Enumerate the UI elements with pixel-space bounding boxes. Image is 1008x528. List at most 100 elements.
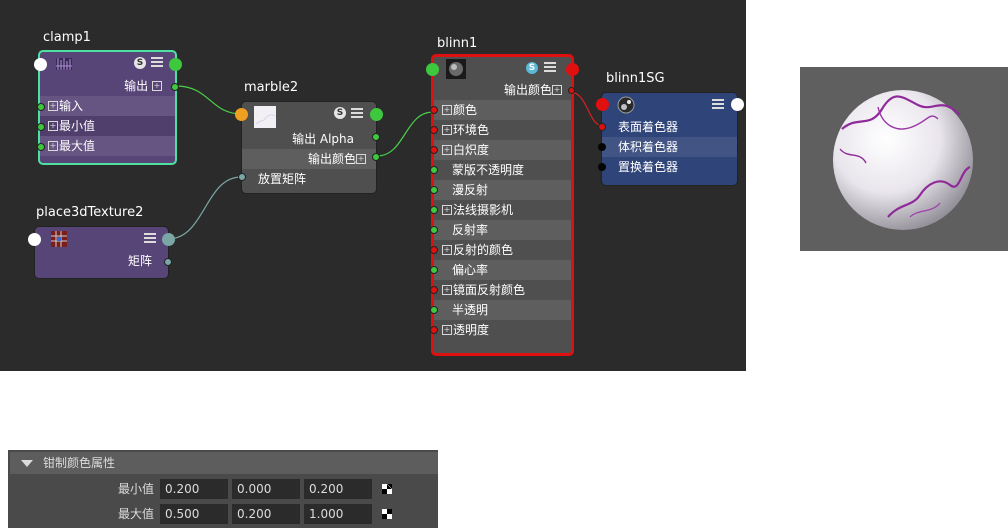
blinn1-output-row: 输出颜色 + bbox=[503, 83, 562, 97]
marble2-out-color-port[interactable] bbox=[372, 153, 380, 161]
blinn1sg-input-port[interactable] bbox=[596, 98, 609, 111]
blinn1-attr-row: 半透明 bbox=[430, 300, 571, 320]
blinn1-attr-label: 蒙版不透明度 bbox=[452, 163, 525, 177]
clamp1-min-port[interactable] bbox=[37, 123, 45, 131]
blinn1-attr-row: + 法线摄影机 bbox=[430, 200, 571, 220]
blinn1-attr-label: 环境色 bbox=[453, 123, 490, 137]
clamp-color-attributes-header[interactable]: 钳制颜色属性 bbox=[10, 452, 438, 474]
place3d-main-out-port[interactable] bbox=[162, 233, 175, 246]
marble2-node[interactable]: S 输出 Alpha 输出颜色 + 放置矩阵 bbox=[235, 101, 383, 194]
blinn1sg-row-surface: 表面着色器 bbox=[618, 120, 679, 134]
blinn1-out-color-port[interactable] bbox=[568, 87, 575, 94]
marble2-main-out-port[interactable] bbox=[370, 108, 383, 121]
blinn1-attr-row: 反射率 bbox=[430, 220, 571, 240]
clamp1-message-port[interactable] bbox=[34, 58, 47, 71]
blinn1-attr-port[interactable] bbox=[430, 286, 438, 294]
blinn1-attr-port[interactable] bbox=[430, 126, 438, 134]
blinn1-attr-port[interactable] bbox=[430, 146, 438, 154]
max-field-g[interactable]: 0.200 bbox=[232, 504, 300, 524]
attribute-menu-icon[interactable] bbox=[151, 57, 163, 67]
clamp-icon bbox=[56, 58, 72, 70]
blinn1-attr-port[interactable] bbox=[430, 186, 438, 194]
min-value-row: 最小值 0.200 0.000 0.200 bbox=[8, 478, 438, 500]
clamp1-output-label: 输出 bbox=[124, 79, 149, 93]
solo-badge-icon[interactable]: S bbox=[334, 107, 346, 119]
place3d-matrix-port[interactable] bbox=[164, 258, 172, 266]
blinn1-attr-label: 偏心率 bbox=[452, 263, 489, 277]
blinn1-attr-row: + 白炽度 bbox=[430, 140, 571, 160]
panel-header-label: 钳制颜色属性 bbox=[43, 456, 116, 470]
place3d-node[interactable]: 矩阵 bbox=[28, 226, 175, 279]
place3d-message-port[interactable] bbox=[28, 233, 41, 246]
blinn1-attr-port[interactable] bbox=[430, 266, 438, 274]
place3d-row-matrix: 矩阵 bbox=[127, 254, 152, 268]
blinn1-attr-row: 蒙版不透明度 bbox=[430, 160, 571, 180]
expand-plus-icon[interactable]: + bbox=[442, 284, 452, 295]
max-field-r[interactable]: 0.500 bbox=[160, 504, 228, 524]
marble2-out-alpha-port[interactable] bbox=[372, 133, 380, 141]
collapse-arrow-icon[interactable] bbox=[21, 460, 33, 467]
shading-group-icon bbox=[617, 96, 635, 114]
expand-plus-icon[interactable]: + bbox=[442, 324, 452, 335]
blinn1sg-row-volume: 体积着色器 bbox=[602, 137, 737, 157]
expand-plus-icon[interactable]: + bbox=[442, 124, 452, 135]
place3d-title: place3dTexture2 bbox=[36, 205, 144, 220]
clamp1-node[interactable]: S 输出 + + 输入 + 最小值 + 最大值 bbox=[34, 50, 182, 165]
expand-plus-icon[interactable]: + bbox=[552, 84, 562, 95]
expand-plus-icon[interactable]: + bbox=[48, 100, 58, 111]
attribute-menu-icon[interactable] bbox=[712, 99, 724, 109]
blinn1-input-port[interactable] bbox=[426, 63, 439, 76]
min-field-r[interactable]: 0.200 bbox=[160, 479, 228, 499]
max-field-b[interactable]: 1.000 bbox=[304, 504, 372, 524]
blinn1sg-displacement-port[interactable] bbox=[598, 163, 606, 171]
min-field-g[interactable]: 0.000 bbox=[232, 479, 300, 499]
clamp-attribute-panel: 钳制颜色属性 最小值 0.200 0.000 0.200 最大值 0.500 0… bbox=[8, 450, 438, 528]
blinn1-attr-port[interactable] bbox=[430, 166, 438, 174]
blinn1-attr-port[interactable] bbox=[430, 246, 438, 254]
clamp1-output-port[interactable] bbox=[171, 83, 179, 91]
expand-plus-icon[interactable]: + bbox=[442, 244, 452, 255]
expand-plus-icon[interactable]: + bbox=[48, 140, 58, 151]
blinn1-attr-row: + 颜色 bbox=[430, 100, 571, 120]
node-editor-graph[interactable]: clamp1 S 输出 + + 输入 + 最小值 + 最大值 marble2 S… bbox=[0, 0, 746, 371]
min-label: 最小值 bbox=[117, 482, 154, 496]
marble2-placement-port[interactable] bbox=[238, 173, 246, 181]
expand-plus-icon[interactable]: + bbox=[442, 204, 452, 215]
blinn1-node[interactable]: S 输出颜色 + + 颜色 + 环境色 + 白炽度 蒙版不透明度 漫反射 + 法线摄影机 反射率 + 反射… bbox=[426, 54, 579, 356]
max-label: 最大值 bbox=[117, 507, 154, 521]
expand-plus-icon[interactable]: + bbox=[442, 104, 452, 115]
attribute-menu-icon[interactable] bbox=[144, 233, 156, 243]
expand-plus-icon[interactable]: + bbox=[48, 120, 58, 131]
expand-plus-icon[interactable]: + bbox=[442, 144, 452, 155]
checker-map-icon[interactable] bbox=[382, 484, 392, 494]
marble2-input-port[interactable] bbox=[235, 108, 248, 121]
blinn1sg-node[interactable]: 表面着色器 体积着色器 置换着色器 bbox=[596, 92, 744, 186]
checker-map-icon[interactable] bbox=[382, 509, 392, 519]
blinn1-attr-port[interactable] bbox=[430, 206, 438, 214]
blinn1-attr-port[interactable] bbox=[430, 306, 438, 314]
blinn1sg-out-port[interactable] bbox=[731, 98, 744, 111]
expand-plus-icon[interactable]: + bbox=[356, 153, 366, 164]
expand-plus-icon[interactable]: + bbox=[152, 80, 162, 91]
marble2-row-out-color: 输出颜色 + bbox=[242, 149, 376, 169]
blinn1-attr-port[interactable] bbox=[430, 106, 438, 114]
blinn1-main-out-port[interactable] bbox=[566, 63, 579, 76]
blinn1-attr-port[interactable] bbox=[430, 326, 438, 334]
max-value-row: 最大值 0.500 0.200 1.000 bbox=[8, 503, 438, 525]
clamp1-main-out-port[interactable] bbox=[169, 58, 182, 71]
blinn1sg-volume-port[interactable] bbox=[598, 143, 606, 151]
solo-badge-icon[interactable]: S bbox=[134, 57, 146, 69]
solo-badge-icon[interactable]: S bbox=[526, 62, 538, 74]
attribute-menu-icon[interactable] bbox=[544, 62, 556, 72]
blinn1-attr-port[interactable] bbox=[430, 226, 438, 234]
wire-place3d-to-marble bbox=[167, 176, 242, 240]
blinn1sg-surface-port[interactable] bbox=[598, 123, 606, 131]
min-field-b[interactable]: 0.200 bbox=[304, 479, 372, 499]
wire-clamp-to-marble bbox=[175, 85, 243, 115]
clamp1-input-port[interactable] bbox=[37, 103, 45, 111]
attribute-menu-icon[interactable] bbox=[351, 108, 363, 118]
clamp1-max-port[interactable] bbox=[37, 143, 45, 151]
marble-sphere-preview bbox=[833, 90, 973, 230]
blinn1-attr-label: 镜面反射颜色 bbox=[453, 283, 526, 297]
place3d-icon bbox=[51, 231, 67, 247]
